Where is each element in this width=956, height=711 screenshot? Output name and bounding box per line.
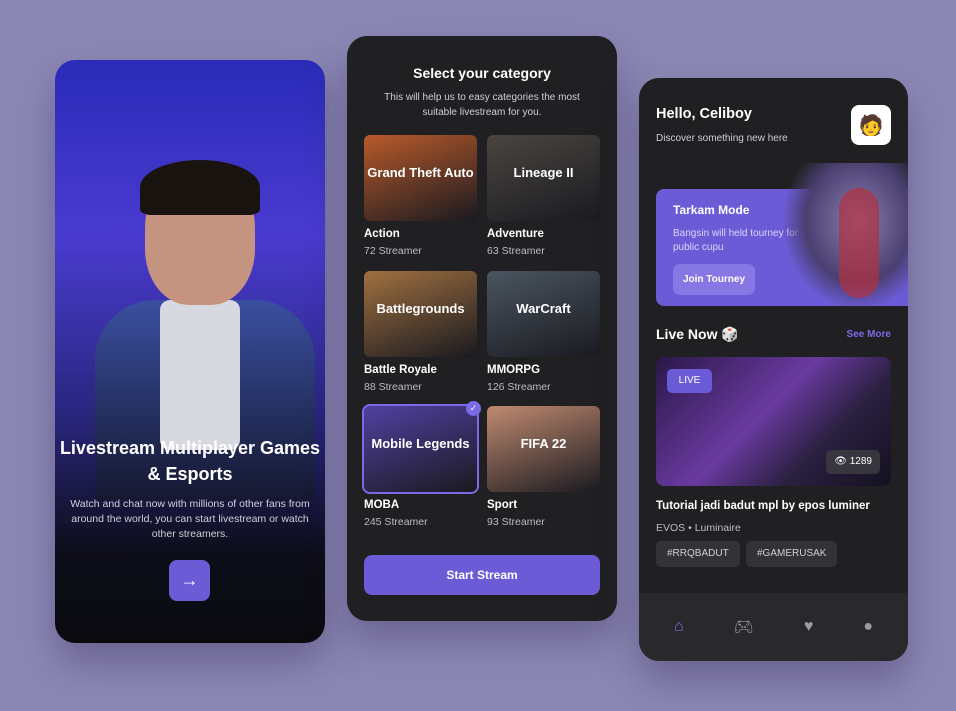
next-button[interactable]: → (169, 560, 210, 601)
live-now-header: Live Now 🎲 (656, 326, 739, 342)
category-screen: Select your category This will help us t… (347, 36, 617, 621)
onboarding-title: Livestream Multiplayer Games & Esports (59, 438, 321, 484)
tag-chip[interactable]: #RRQBADUT (656, 541, 740, 567)
category-card[interactable]: Grand Theft Auto Action 72 Streamer (364, 135, 477, 257)
heart-icon[interactable]: ♥ (804, 618, 814, 636)
streamer-count: 72 Streamer (364, 245, 422, 257)
category-art-label: Grand Theft Auto (367, 165, 474, 180)
home-screen: Hello, Celiboy Discover something new he… (639, 78, 908, 661)
streamer-count: 126 Streamer (487, 381, 551, 393)
promo-title: Tarkam Mode (673, 203, 750, 217)
category-name: Adventure (487, 228, 544, 240)
arrow-right-icon: → (180, 570, 199, 590)
avatar[interactable]: 🧑 (851, 105, 891, 145)
category-name: Battle Royale (364, 364, 437, 376)
greeting-subtitle: Discover something new here (656, 133, 788, 144)
category-title: Select your category (413, 65, 551, 81)
hero-cape (839, 188, 879, 298)
bottom-nav: ⌂ 🎮︎ ♥ ● (639, 593, 908, 661)
stream-title[interactable]: Tutorial jadi badut mpl by epos luminer (656, 500, 870, 512)
category-image: Mobile Legends ✓ (362, 401, 481, 494)
category-name: MOBA (364, 499, 400, 511)
category-art-label: WarCraft (516, 301, 571, 316)
onboarding-screen: Livestream Multiplayer Games & Esports W… (55, 60, 325, 643)
category-card[interactable]: Mobile Legends ✓ MOBA 245 Streamer (362, 401, 481, 528)
category-name: MMORPG (487, 364, 541, 376)
join-tourney-button[interactable]: Join Tourney (673, 264, 755, 295)
stream-author: EVOS • Luminaire (656, 522, 741, 534)
stream-thumbnail[interactable]: LIVE 👁 1289 (656, 357, 891, 486)
gamepad-icon[interactable]: 🎮︎ (734, 617, 754, 637)
onboarding-description: Watch and chat now with millions of othe… (70, 498, 310, 540)
category-image: FIFA 22 (487, 406, 600, 492)
category-image: Grand Theft Auto (364, 135, 477, 221)
category-image: Lineage II (487, 135, 600, 221)
category-name: Action (364, 228, 400, 240)
category-art-label: Mobile Legends (371, 436, 470, 451)
category-image: Battlegrounds (364, 271, 477, 357)
home-icon[interactable]: ⌂ (674, 618, 684, 636)
streamer-count: 245 Streamer (364, 516, 428, 528)
streamer-count: 93 Streamer (487, 516, 545, 528)
category-name: Sport (487, 499, 518, 511)
tag-chip[interactable]: #GAMERUSAK (746, 541, 838, 567)
category-art-label: FIFA 22 (520, 436, 567, 451)
greeting: Hello, Celiboy (656, 106, 752, 122)
view-count: 👁 1289 (826, 450, 880, 474)
category-subtitle: This will help us to easy categories the… (384, 92, 580, 118)
streamer-count: 88 Streamer (364, 381, 422, 393)
start-stream-button[interactable]: Start Stream (364, 555, 600, 595)
profile-icon[interactable]: ● (863, 618, 873, 636)
category-image: WarCraft (487, 271, 600, 357)
see-more-link[interactable]: See More (847, 329, 891, 340)
category-card[interactable]: FIFA 22 Sport 93 Streamer (487, 406, 600, 528)
streamer-count: 63 Streamer (487, 245, 545, 257)
live-badge: LIVE (667, 369, 712, 393)
category-card[interactable]: Battlegrounds Battle Royale 88 Streamer (364, 271, 477, 393)
category-art-label: Battlegrounds (376, 301, 465, 316)
check-icon: ✓ (466, 401, 481, 416)
category-art-label: Lineage II (513, 165, 574, 180)
category-card[interactable]: WarCraft MMORPG 126 Streamer (487, 271, 600, 393)
category-card[interactable]: Lineage II Adventure 63 Streamer (487, 135, 600, 257)
